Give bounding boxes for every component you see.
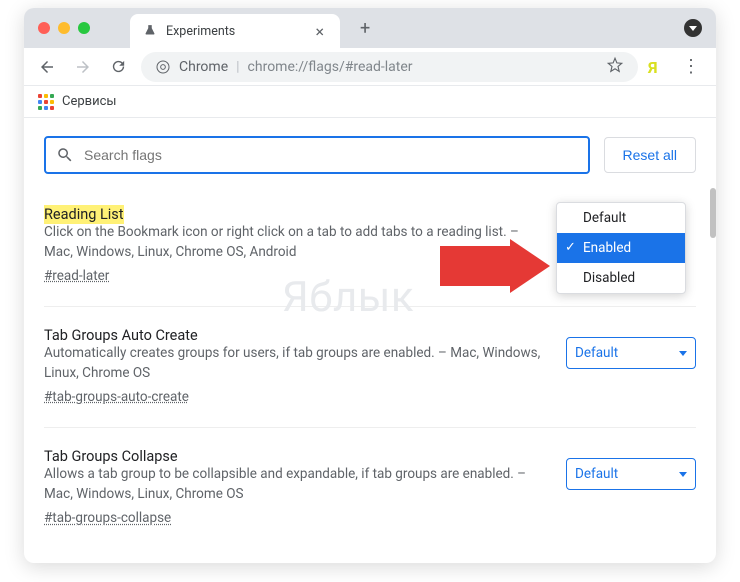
scrollbar[interactable] — [710, 188, 716, 268]
dropdown-option[interactable]: Enabled — [557, 233, 685, 263]
flag-select[interactable]: Default — [566, 458, 696, 490]
minimize-window-button[interactable] — [58, 22, 70, 34]
flag-select[interactable]: Default — [566, 337, 696, 369]
dropdown-option[interactable]: Disabled — [557, 263, 685, 293]
new-tab-button[interactable]: + — [352, 14, 378, 43]
apps-icon[interactable] — [38, 94, 54, 110]
yandex-extension-icon[interactable]: Я — [648, 58, 666, 76]
bookmark-star-icon[interactable] — [606, 56, 624, 78]
flag-title: Tab Groups Auto Create — [44, 327, 198, 344]
flag-description: Automatically creates groups for users, … — [44, 344, 546, 383]
flag-anchor-link[interactable]: #read-later — [44, 268, 109, 284]
search-input[interactable] — [84, 147, 578, 163]
address-bar[interactable]: Chrome | chrome://flags/#read-later — [141, 52, 638, 82]
traffic-lights — [38, 22, 90, 34]
browser-tab[interactable]: Experiments × — [130, 14, 340, 48]
chrome-page-icon — [155, 59, 171, 75]
tab-title: Experiments — [166, 24, 303, 39]
url-scheme-label: Chrome — [179, 59, 228, 75]
flag-description: Click on the Bookmark icon or right clic… — [44, 223, 546, 262]
flag-item: Tab Groups Auto CreateAutomatically crea… — [44, 325, 696, 428]
reset-all-button[interactable]: Reset all — [604, 137, 696, 173]
flask-icon — [142, 23, 158, 39]
profile-menu-icon[interactable] — [684, 19, 702, 37]
close-window-button[interactable] — [38, 22, 50, 34]
reload-button[interactable] — [106, 54, 131, 79]
search-flags-box[interactable] — [44, 136, 590, 174]
forward-button[interactable] — [70, 54, 96, 80]
flag-anchor-link[interactable]: #tab-groups-auto-create — [44, 389, 189, 405]
flag-dropdown-menu: DefaultEnabledDisabled — [556, 202, 686, 294]
flag-title: Tab Groups Collapse — [44, 448, 178, 465]
page-content: Reset all Яблык Reading ListClick on the… — [24, 118, 716, 563]
flag-description: Allows a tab group to be collapsible and… — [44, 465, 546, 504]
url-path: chrome://flags/#read-later — [248, 59, 413, 75]
dropdown-option[interactable]: Default — [557, 203, 685, 233]
bookmarks-apps-label[interactable]: Сервисы — [62, 94, 117, 109]
back-button[interactable] — [34, 54, 60, 80]
scrollbar-thumb[interactable] — [710, 188, 716, 238]
close-tab-button[interactable]: × — [311, 20, 328, 43]
browser-window: Experiments × + Chrome | chrome://flags/… — [24, 8, 716, 563]
flag-anchor-link[interactable]: #tab-groups-collapse — [44, 510, 171, 526]
bookmarks-bar: Сервисы — [24, 86, 716, 118]
maximize-window-button[interactable] — [78, 22, 90, 34]
titlebar: Experiments × + — [24, 8, 716, 48]
toolbar: Chrome | chrome://flags/#read-later Я ⋮ — [24, 48, 716, 86]
flag-item: Tab Groups CollapseAllows a tab group to… — [44, 446, 696, 548]
menu-button[interactable]: ⋮ — [676, 54, 706, 79]
search-icon — [56, 146, 74, 164]
flag-title: Reading List — [44, 205, 124, 224]
